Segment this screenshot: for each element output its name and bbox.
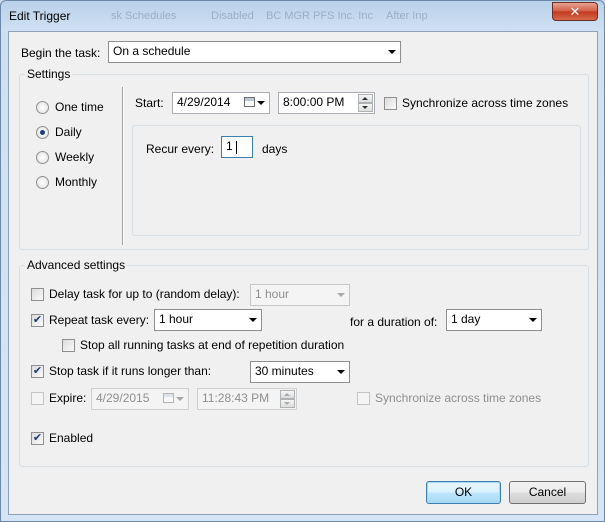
stop-after-value: 30 minutes [255, 364, 314, 378]
start-date-picker[interactable]: 4/29/2014 [172, 92, 270, 114]
radio-label-weekly: Weekly [55, 150, 95, 164]
start-time-field[interactable]: 8:00:00 PM [278, 92, 375, 114]
spin-down-icon[interactable] [280, 399, 295, 408]
radio-label-one-time: One time [55, 100, 104, 114]
duration-value: 1 day [451, 312, 481, 326]
radio-label-monthly: Monthly [55, 175, 98, 189]
sync-time-zones-checkbox[interactable] [384, 97, 397, 110]
close-button[interactable]: ✕ [552, 2, 598, 21]
duration-select[interactable]: 1 day [446, 309, 542, 331]
repeat-task-label: Repeat task every: [49, 313, 150, 327]
stop-after-select[interactable]: 30 minutes [250, 361, 350, 383]
spin-down-icon[interactable] [358, 103, 373, 112]
begin-task-value: On a schedule [113, 44, 191, 58]
delay-select[interactable]: 1 hour [250, 284, 350, 306]
check-mark-icon: ✔ [32, 365, 43, 377]
recur-days-value: 1 [226, 139, 233, 153]
recur-days-input[interactable]: 1 [221, 136, 253, 158]
delay-task-label: Delay task for up to (random delay): [49, 287, 240, 301]
expire-sync-label: Synchronize across time zones [375, 391, 542, 405]
spin-up-icon[interactable] [280, 390, 295, 399]
ok-button-label: OK [454, 485, 473, 499]
text-caret [236, 141, 237, 154]
expire-date-picker[interactable]: 4/29/2015 [91, 388, 189, 410]
cancel-button[interactable]: Cancel [509, 481, 586, 504]
stop-running-tasks-checkbox[interactable] [62, 339, 75, 352]
radio-selected-dot [40, 130, 45, 135]
cancel-button-label: Cancel [528, 485, 567, 499]
chevron-down-icon [176, 397, 184, 401]
stop-if-longer-checkbox[interactable]: ✔ [31, 365, 44, 378]
expire-time-value: 11:28:43 PM [202, 391, 270, 405]
recur-every-label: Recur every: [146, 142, 215, 156]
begin-task-select[interactable]: On a schedule [108, 41, 401, 63]
delay-task-checkbox[interactable] [31, 288, 44, 301]
background-ghost-text: sk Schedules [111, 10, 177, 22]
radio-weekly[interactable] [36, 151, 49, 164]
start-time-spinner[interactable] [358, 94, 373, 112]
check-mark-icon: ✔ [32, 314, 43, 326]
dialog-body: Begin the task: On a schedule Settings O… [8, 31, 598, 515]
start-label: Start: [135, 96, 164, 110]
background-ghost-text: After Inp [386, 10, 428, 22]
expire-label: Expire: [49, 391, 87, 405]
edit-trigger-dialog: Edit Trigger sk Schedules Disabled BC MG… [0, 0, 605, 522]
expire-time-field[interactable]: 11:28:43 PM [197, 388, 297, 410]
chevron-down-icon [249, 318, 257, 322]
radio-label-daily: Daily [55, 125, 82, 139]
start-time-value: 8:00:00 PM [283, 95, 345, 109]
repeat-task-checkbox[interactable]: ✔ [31, 314, 44, 327]
begin-task-label: Begin the task: [21, 46, 101, 60]
settings-divider [122, 87, 123, 245]
radio-daily[interactable] [36, 126, 49, 139]
duration-label: for a duration of: [350, 315, 438, 329]
chevron-down-icon [529, 318, 537, 322]
stop-running-tasks-label: Stop all running tasks at end of repetit… [80, 338, 345, 352]
enabled-checkbox[interactable]: ✔ [31, 432, 44, 445]
close-icon: ✕ [569, 4, 581, 19]
repeat-interval-select[interactable]: 1 hour [154, 309, 262, 331]
recur-unit-label: days [262, 142, 288, 156]
check-mark-icon: ✔ [32, 432, 43, 444]
chevron-down-icon [257, 101, 265, 105]
chevron-down-icon [337, 370, 345, 374]
enabled-label: Enabled [49, 431, 94, 445]
start-date-value: 4/29/2014 [177, 95, 231, 109]
chevron-down-icon [388, 50, 396, 54]
calendar-icon [163, 393, 174, 403]
stop-if-longer-label: Stop task if it runs longer than: [49, 364, 212, 378]
spin-up-icon[interactable] [358, 94, 373, 103]
expire-sync-checkbox[interactable] [357, 392, 370, 405]
background-ghost-text: Disabled [211, 10, 254, 22]
settings-group-title: Settings [25, 67, 73, 81]
sync-time-zones-label: Synchronize across time zones [402, 96, 569, 110]
ok-button[interactable]: OK [426, 481, 501, 504]
title-bar[interactable]: Edit Trigger sk Schedules Disabled BC MG… [1, 1, 604, 31]
calendar-icon [244, 97, 255, 107]
chevron-down-icon [337, 293, 345, 297]
expire-date-value: 4/29/2015 [96, 391, 150, 405]
background-ghost-text: BC MGR PFS Inc. Inc [266, 10, 373, 22]
radio-one-time[interactable] [36, 101, 49, 114]
expire-checkbox[interactable] [31, 392, 44, 405]
radio-monthly[interactable] [36, 176, 49, 189]
repeat-interval-value: 1 hour [159, 312, 194, 326]
delay-value: 1 hour [255, 287, 290, 301]
advanced-settings-title: Advanced settings [25, 258, 128, 272]
dialog-title: Edit Trigger [9, 9, 71, 23]
expire-time-spinner[interactable] [280, 390, 295, 408]
